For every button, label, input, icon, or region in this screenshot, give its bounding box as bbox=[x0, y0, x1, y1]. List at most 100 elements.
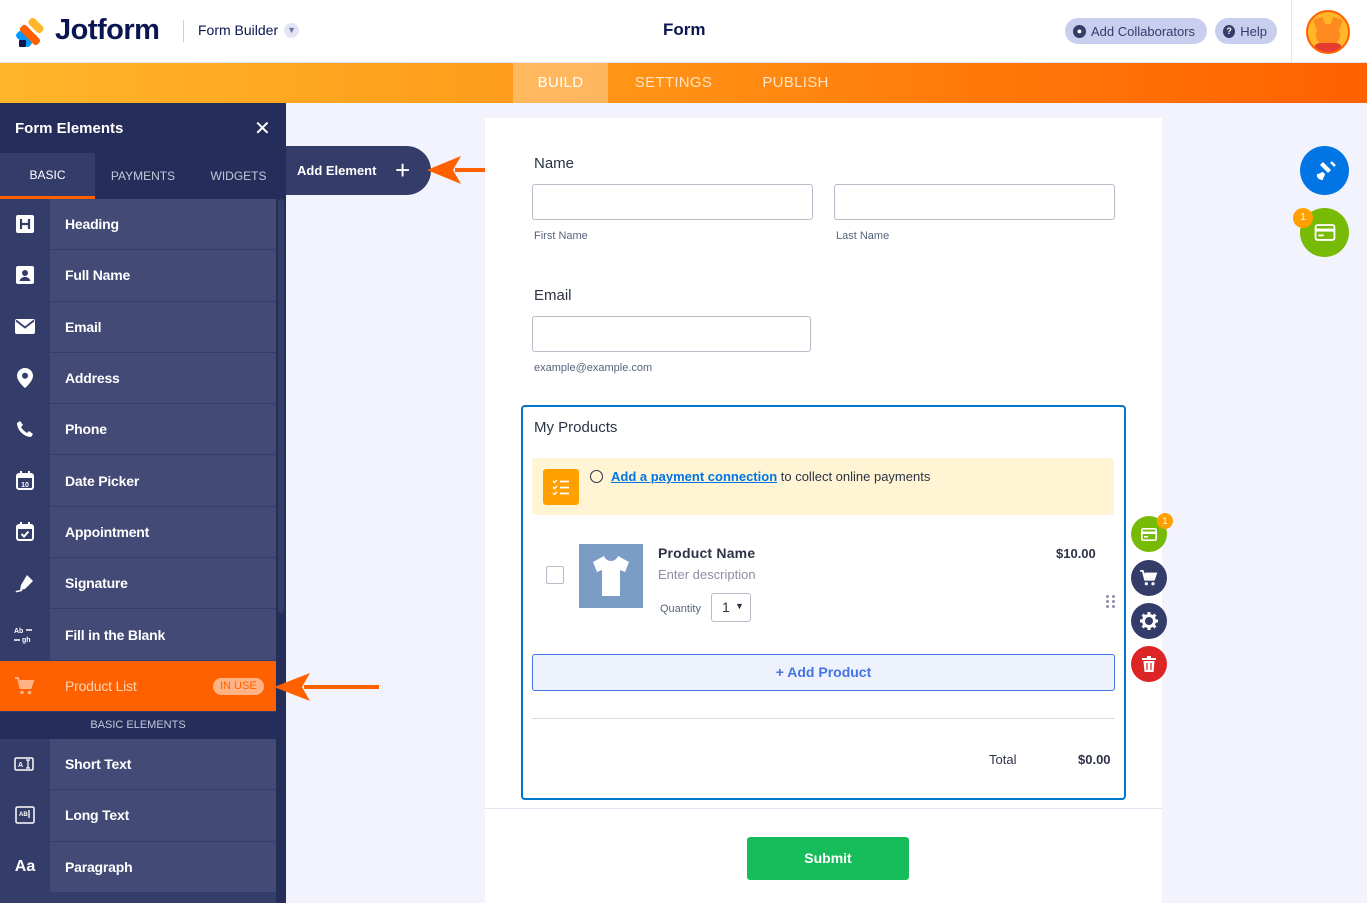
email-input[interactable] bbox=[532, 316, 811, 352]
form-builder-label: Form Builder bbox=[198, 22, 279, 38]
jotform-logo-icon bbox=[14, 16, 45, 48]
product-checkbox[interactable] bbox=[546, 566, 564, 584]
payment-radio[interactable] bbox=[590, 470, 603, 483]
top-header: Jotform Form Builder ▼ Form ● Add Collab… bbox=[0, 0, 1367, 63]
element-label: Date Picker bbox=[65, 472, 140, 489]
product-price: $10.00 bbox=[1056, 546, 1096, 561]
name-label: Name bbox=[534, 155, 575, 172]
banner-rest-text: to collect online payments bbox=[777, 469, 931, 484]
add-element-label: Add Element bbox=[297, 163, 377, 178]
element-short-text[interactable]: A Short Text bbox=[0, 738, 276, 791]
cart-icon bbox=[1140, 570, 1158, 586]
form-designer-button[interactable] bbox=[1300, 146, 1349, 195]
add-product-button[interactable]: + Add Product bbox=[532, 654, 1115, 691]
gear-icon bbox=[1140, 612, 1158, 630]
svg-text:Ab: Ab bbox=[14, 628, 23, 635]
product-image bbox=[579, 544, 643, 608]
trash-icon bbox=[1142, 656, 1156, 672]
element-heading[interactable]: Heading bbox=[0, 199, 276, 251]
svg-text:A: A bbox=[18, 762, 23, 769]
tab-settings[interactable]: SETTINGS bbox=[620, 63, 727, 103]
checklist-icon bbox=[543, 469, 579, 505]
phone-icon bbox=[0, 404, 50, 455]
element-full-name[interactable]: Full Name bbox=[0, 250, 276, 302]
tab-publish[interactable]: PUBLISH bbox=[747, 63, 844, 103]
close-icon[interactable]: ✕ bbox=[254, 116, 271, 141]
element-list: Heading Full Name Email Address Phone 10… bbox=[0, 199, 276, 893]
first-name-input[interactable] bbox=[532, 184, 813, 220]
element-phone[interactable]: Phone bbox=[0, 404, 276, 456]
heading-icon bbox=[0, 199, 50, 250]
element-label: Phone bbox=[65, 421, 107, 438]
element-product-list[interactable]: Product List IN USE bbox=[0, 660, 276, 712]
form-separator bbox=[485, 808, 1162, 809]
chevron-down-icon: ▼ bbox=[735, 601, 744, 611]
question-icon: ? bbox=[1223, 24, 1236, 38]
jotform-logo[interactable]: Jotform bbox=[14, 14, 160, 48]
element-label: Signature bbox=[65, 575, 128, 592]
element-signature[interactable]: Signature bbox=[0, 558, 276, 610]
add-collaborators-label: Add Collaborators bbox=[1091, 23, 1196, 39]
element-appointment[interactable]: Appointment bbox=[0, 506, 276, 559]
form-elements-panel: Form Elements ✕ BASIC PAYMENTS WIDGETS H… bbox=[0, 103, 286, 903]
last-name-sublabel: Last Name bbox=[836, 230, 890, 242]
section-basic-elements: BASIC ELEMENTS bbox=[0, 711, 276, 739]
avatar[interactable] bbox=[1306, 10, 1350, 54]
quantity-label: Quantity bbox=[660, 603, 701, 615]
element-label: Product List bbox=[65, 677, 137, 694]
tab-payments[interactable]: PAYMENTS bbox=[95, 153, 191, 199]
quantity-value: 1 bbox=[722, 599, 730, 615]
chevron-down-icon: ▼ bbox=[284, 22, 300, 38]
builder-nav: BUILD SETTINGS PUBLISH bbox=[0, 63, 1367, 103]
cart-icon bbox=[0, 660, 50, 711]
full-name-icon bbox=[0, 250, 50, 301]
banner-text: Add a payment connection to collect onli… bbox=[611, 469, 930, 484]
total-value: $0.00 bbox=[1078, 752, 1111, 767]
products-title: My Products bbox=[534, 419, 618, 436]
element-label: Paragraph bbox=[65, 858, 133, 875]
svg-text:10: 10 bbox=[21, 482, 29, 489]
products-divider bbox=[532, 718, 1115, 719]
element-email[interactable]: Email bbox=[0, 301, 276, 353]
element-address[interactable]: Address bbox=[0, 352, 276, 405]
panel-title: Form Elements bbox=[15, 120, 124, 137]
quantity-select[interactable]: 1 ▼ bbox=[711, 593, 751, 622]
element-paragraph[interactable]: Aa Paragraph bbox=[0, 841, 276, 893]
plus-icon: + bbox=[395, 155, 411, 185]
add-element-button[interactable]: Add Element + bbox=[286, 146, 431, 195]
payment-notification-badge: 1 bbox=[1157, 513, 1173, 529]
field-settings-button[interactable] bbox=[1131, 603, 1167, 639]
element-fill-in-the-blank[interactable]: Ab gh Fill in the Blank bbox=[0, 609, 276, 661]
element-label: Email bbox=[65, 318, 102, 335]
product-settings-button[interactable] bbox=[1131, 560, 1167, 596]
delete-field-button[interactable] bbox=[1131, 646, 1167, 682]
svg-text:AB: AB bbox=[19, 812, 28, 818]
add-payment-connection-link[interactable]: Add a payment connection bbox=[611, 469, 777, 484]
product-description: Enter description bbox=[658, 567, 756, 582]
tab-basic[interactable]: BASIC bbox=[0, 153, 95, 199]
panel-header: Form Elements ✕ bbox=[0, 103, 286, 153]
last-name-input[interactable] bbox=[834, 184, 1115, 220]
page-title[interactable]: Form bbox=[663, 20, 706, 40]
tab-build[interactable]: BUILD bbox=[513, 63, 608, 103]
signature-pen-icon bbox=[0, 558, 50, 609]
tab-widgets[interactable]: WIDGETS bbox=[191, 153, 286, 199]
add-collaborators-button[interactable]: ● Add Collaborators bbox=[1065, 18, 1207, 44]
submit-button[interactable]: Submit bbox=[747, 837, 909, 880]
product-name: Product Name bbox=[658, 545, 756, 561]
form-builder-dropdown[interactable]: Form Builder ▼ bbox=[198, 22, 300, 38]
help-button[interactable]: ? Help bbox=[1215, 18, 1277, 44]
panel-scroll-thumb[interactable] bbox=[278, 199, 284, 613]
header-divider bbox=[183, 20, 184, 42]
element-date-picker[interactable]: 10 Date Picker bbox=[0, 455, 276, 507]
element-long-text[interactable]: AB Long Text bbox=[0, 790, 276, 842]
svg-text:gh: gh bbox=[22, 637, 31, 644]
arrow-pointer-icon bbox=[274, 673, 379, 701]
fill-blank-icon: Ab gh bbox=[0, 609, 50, 660]
panel-tabs: BASIC PAYMENTS WIDGETS bbox=[0, 153, 286, 199]
short-text-icon: A bbox=[0, 738, 50, 790]
element-label: Address bbox=[65, 370, 120, 387]
email-icon bbox=[0, 301, 50, 352]
drag-handle-icon[interactable] bbox=[1106, 595, 1116, 609]
element-label: Fill in the Blank bbox=[65, 626, 166, 643]
